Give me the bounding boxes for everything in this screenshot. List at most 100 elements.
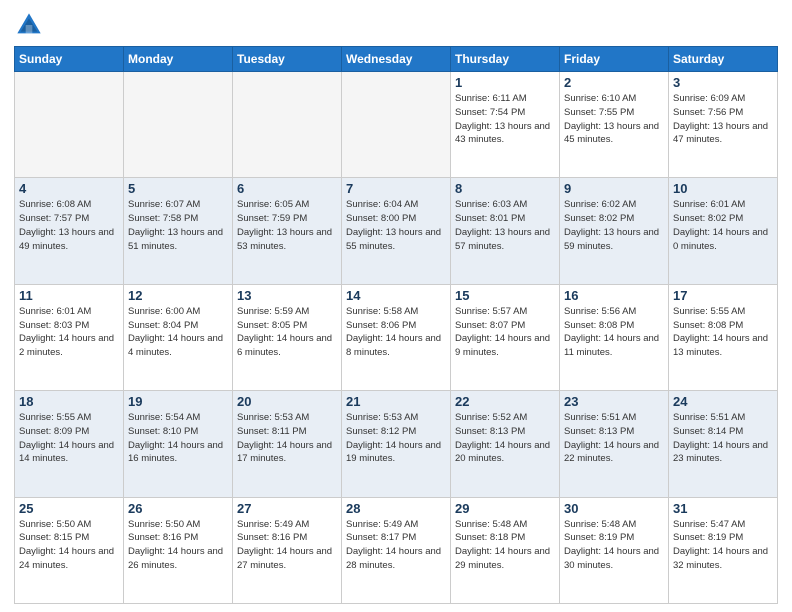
daylight-text: Daylight: 14 hours and 17 minutes. (237, 440, 332, 465)
day-info: Sunrise: 6:07 AMSunset: 7:58 PMDaylight:… (128, 198, 228, 253)
day-number: 28 (346, 501, 446, 516)
day-info: Sunrise: 5:51 AMSunset: 8:13 PMDaylight:… (564, 411, 664, 466)
daylight-text: Daylight: 14 hours and 20 minutes. (455, 440, 550, 465)
sunrise-text: Sunrise: 6:01 AM (673, 199, 745, 210)
calendar-cell: 30Sunrise: 5:48 AMSunset: 8:19 PMDayligh… (560, 497, 669, 603)
day-header-sunday: Sunday (15, 47, 124, 72)
day-info: Sunrise: 6:01 AMSunset: 8:02 PMDaylight:… (673, 198, 773, 253)
daylight-text: Daylight: 13 hours and 55 minutes. (346, 227, 441, 252)
day-info: Sunrise: 6:02 AMSunset: 8:02 PMDaylight:… (564, 198, 664, 253)
sunrise-text: Sunrise: 6:11 AM (455, 93, 527, 104)
daylight-text: Daylight: 14 hours and 23 minutes. (673, 440, 768, 465)
day-number: 1 (455, 75, 555, 90)
sunrise-text: Sunrise: 5:57 AM (455, 306, 527, 317)
sunrise-text: Sunrise: 5:47 AM (673, 519, 745, 530)
sunset-text: Sunset: 8:12 PM (346, 426, 416, 437)
daylight-text: Daylight: 13 hours and 45 minutes. (564, 121, 659, 146)
calendar-cell: 5 Sunrise: 6:07 AMSunset: 7:58 PMDaylight… (124, 178, 233, 284)
daylight-text: Daylight: 14 hours and 14 minutes. (19, 440, 114, 465)
sunrise-text: Sunrise: 5:51 AM (564, 412, 636, 423)
day-number: 26 (128, 501, 228, 516)
day-header-friday: Friday (560, 47, 669, 72)
day-number: 5 (128, 181, 228, 196)
calendar-cell: 29Sunrise: 5:48 AMSunset: 8:18 PMDayligh… (451, 497, 560, 603)
day-number: 18 (19, 394, 119, 409)
day-info: Sunrise: 5:53 AMSunset: 8:12 PMDaylight:… (346, 411, 446, 466)
day-number: 4 (19, 181, 119, 196)
daylight-text: Daylight: 14 hours and 9 minutes. (455, 333, 550, 358)
calendar-cell: 25Sunrise: 5:50 AMSunset: 8:15 PMDayligh… (15, 497, 124, 603)
calendar-cell: 23Sunrise: 5:51 AMSunset: 8:13 PMDayligh… (560, 391, 669, 497)
day-info: Sunrise: 6:08 AMSunset: 7:57 PMDaylight:… (19, 198, 119, 253)
day-number: 29 (455, 501, 555, 516)
sunset-text: Sunset: 7:56 PM (673, 107, 743, 118)
daylight-text: Daylight: 14 hours and 27 minutes. (237, 546, 332, 571)
daylight-text: Daylight: 14 hours and 11 minutes. (564, 333, 659, 358)
logo-icon (14, 10, 44, 40)
sunset-text: Sunset: 8:08 PM (564, 320, 634, 331)
day-header-monday: Monday (124, 47, 233, 72)
calendar-cell (124, 72, 233, 178)
day-number: 16 (564, 288, 664, 303)
day-info: Sunrise: 5:48 AMSunset: 8:19 PMDaylight:… (564, 518, 664, 573)
day-header-wednesday: Wednesday (342, 47, 451, 72)
sunset-text: Sunset: 8:19 PM (673, 532, 743, 543)
calendar-cell: 16Sunrise: 5:56 AMSunset: 8:08 PMDayligh… (560, 284, 669, 390)
sunset-text: Sunset: 8:07 PM (455, 320, 525, 331)
calendar-cell: 7Sunrise: 6:04 AMSunset: 8:00 PMDaylight… (342, 178, 451, 284)
calendar-week-row: 4 Sunrise: 6:08 AM Sunset: 7:57 PM Daylight… (15, 178, 778, 284)
calendar-cell: 20Sunrise: 5:53 AMSunset: 8:11 PMDayligh… (233, 391, 342, 497)
day-info: Sunrise: 6:00 AMSunset: 8:04 PMDaylight:… (128, 305, 228, 360)
page: SundayMondayTuesdayWednesdayThursdayFrid… (0, 0, 792, 612)
sunset-text: Sunset: 8:03 PM (19, 320, 89, 331)
sunrise-text: Sunrise: 6:09 AM (673, 93, 745, 104)
sunset-text: Sunset: 8:06 PM (346, 320, 416, 331)
sunset-text: Sunset: 7:57 PM (19, 213, 89, 224)
sunrise-text: Sunrise: 6:00 AM (128, 306, 200, 317)
day-number: 20 (237, 394, 337, 409)
daylight-text: Daylight: 14 hours and 13 minutes. (673, 333, 768, 358)
day-number: 21 (346, 394, 446, 409)
daylight-text: Daylight: 13 hours and 43 minutes. (455, 121, 550, 146)
sunset-text: Sunset: 8:13 PM (564, 426, 634, 437)
calendar-cell: 27Sunrise: 5:49 AMSunset: 8:16 PMDayligh… (233, 497, 342, 603)
day-number: 10 (673, 181, 773, 196)
sunset-text: Sunset: 8:17 PM (346, 532, 416, 543)
sunrise-text: Sunrise: 6:08 AM (19, 199, 91, 210)
sunrise-text: Sunrise: 6:03 AM (455, 199, 527, 210)
header (14, 10, 778, 40)
sunrise-text: Sunrise: 5:49 AM (237, 519, 309, 530)
sunrise-text: Sunrise: 6:04 AM (346, 199, 418, 210)
calendar-cell (342, 72, 451, 178)
calendar-cell: 9Sunrise: 6:02 AMSunset: 8:02 PMDaylight… (560, 178, 669, 284)
sunrise-text: Sunrise: 5:49 AM (346, 519, 418, 530)
calendar-cell: 6 Sunrise: 6:05 AMSunset: 7:59 PMDaylight… (233, 178, 342, 284)
sunset-text: Sunset: 7:55 PM (564, 107, 634, 118)
sunset-text: Sunset: 8:08 PM (673, 320, 743, 331)
day-number: 19 (128, 394, 228, 409)
sunrise-text: Sunrise: 6:01 AM (19, 306, 91, 317)
day-info: Sunrise: 6:05 AMSunset: 7:59 PMDaylight:… (237, 198, 337, 253)
sunset-text: Sunset: 7:59 PM (237, 213, 307, 224)
sunset-text: Sunset: 8:01 PM (455, 213, 525, 224)
calendar-week-row: 25Sunrise: 5:50 AMSunset: 8:15 PMDayligh… (15, 497, 778, 603)
calendar-cell: 12Sunrise: 6:00 AMSunset: 8:04 PMDayligh… (124, 284, 233, 390)
day-number: 6 (237, 181, 337, 196)
sunset-text: Sunset: 8:10 PM (128, 426, 198, 437)
day-header-saturday: Saturday (669, 47, 778, 72)
calendar-cell: 18Sunrise: 5:55 AMSunset: 8:09 PMDayligh… (15, 391, 124, 497)
day-info: Sunrise: 5:58 AMSunset: 8:06 PMDaylight:… (346, 305, 446, 360)
day-info: Sunrise: 5:52 AMSunset: 8:13 PMDaylight:… (455, 411, 555, 466)
calendar-header-row: SundayMondayTuesdayWednesdayThursdayFrid… (15, 47, 778, 72)
daylight-text: Daylight: 13 hours and 57 minutes. (455, 227, 550, 252)
sunset-text: Sunset: 8:09 PM (19, 426, 89, 437)
sunrise-text: Sunrise: 5:53 AM (346, 412, 418, 423)
calendar-cell: 17Sunrise: 5:55 AMSunset: 8:08 PMDayligh… (669, 284, 778, 390)
sunset-text: Sunset: 8:02 PM (564, 213, 634, 224)
calendar-cell: 15 Sunrise: 5:57 AM Sunset: 8:07 PM Dayligh… (451, 284, 560, 390)
calendar-cell: 10 Sunrise: 6:01 AMSunset: 8:02 PMDayligh… (669, 178, 778, 284)
calendar-cell: 26Sunrise: 5:50 AMSunset: 8:16 PMDayligh… (124, 497, 233, 603)
day-number: 15 (455, 288, 555, 303)
day-info: Sunrise: 5:54 AMSunset: 8:10 PMDaylight:… (128, 411, 228, 466)
day-number: 22 (455, 394, 555, 409)
